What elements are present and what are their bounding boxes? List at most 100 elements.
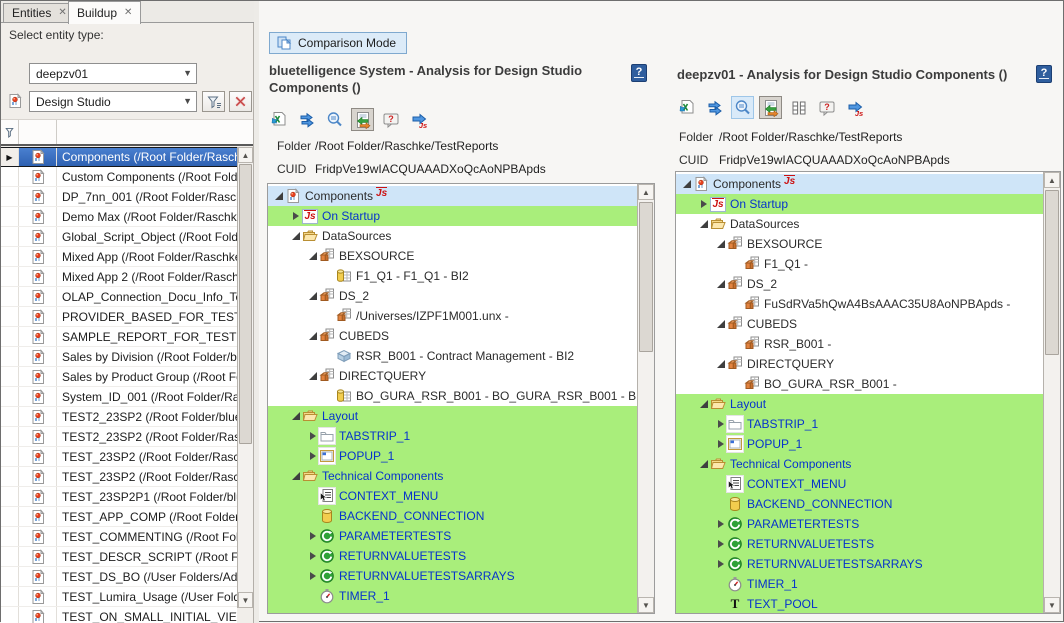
tree-row[interactable]: JsOn Startup: [676, 194, 1043, 214]
compare-doc-button[interactable]: [351, 108, 374, 131]
tree-row[interactable]: BO_GURA_RSR_B001 -: [676, 374, 1043, 394]
expanded-twisty-icon[interactable]: [308, 331, 319, 342]
tree-row[interactable]: CONTEXT_MENU: [268, 486, 637, 506]
help-book-icon[interactable]: [631, 64, 647, 82]
entity-row[interactable]: TEST_Lumira_Usage (/User Folders/A: [1, 587, 237, 607]
tree-row[interactable]: TABSTRIP_1: [676, 414, 1043, 434]
grid-columns-button[interactable]: [787, 96, 810, 119]
tree-row[interactable]: ComponentsJs: [268, 186, 637, 206]
expanded-twisty-icon[interactable]: [274, 191, 285, 202]
help-bubble-button[interactable]: [379, 108, 402, 131]
tree-row[interactable]: BEXSOURCE: [268, 246, 637, 266]
entity-row[interactable]: SAMPLE_REPORT_FOR_TESTING_M (: [1, 327, 237, 347]
entity-row[interactable]: TEST_DS_BO (/User Folders/Administ: [1, 567, 237, 587]
tree-row[interactable]: F1_Q1 - F1_Q1 - BI2: [268, 266, 637, 286]
collapsed-twisty-icon[interactable]: [308, 571, 319, 582]
entity-row[interactable]: TEST_COMMENTING (/Root Folder/bl: [1, 527, 237, 547]
collapsed-twisty-icon[interactable]: [308, 451, 319, 462]
tree-row[interactable]: TTEXT_POOL: [676, 594, 1043, 613]
entity-row[interactable]: TEST2_23SP2 (/Root Folder/bluetellig: [1, 407, 237, 427]
tree-row[interactable]: RSR_B001 - Contract Management - BI2: [268, 346, 637, 366]
expanded-twisty-icon[interactable]: [308, 291, 319, 302]
zoom-out-button[interactable]: [731, 96, 754, 119]
scroll-down-icon[interactable]: [638, 597, 654, 613]
tree-row[interactable]: Technical Components: [676, 454, 1043, 474]
collapsed-twisty-icon[interactable]: [699, 199, 710, 210]
tree-row[interactable]: DS_2: [676, 274, 1043, 294]
collapsed-twisty-icon[interactable]: [308, 551, 319, 562]
tree-row[interactable]: F1_Q1 -: [676, 254, 1043, 274]
tree-row[interactable]: DIRECTQUERY: [676, 354, 1043, 374]
help-book-icon[interactable]: [1036, 65, 1052, 83]
tree-row[interactable]: BEXSOURCE: [676, 234, 1043, 254]
collapsed-twisty-icon[interactable]: [308, 531, 319, 542]
tree-row[interactable]: BO_GURA_RSR_B001 - BO_GURA_RSR_B001 - BI…: [268, 386, 637, 406]
collapsed-twisty-icon[interactable]: [716, 539, 727, 550]
entity-row[interactable]: TEST_23SP2 (/Root Folder/Raschke/D: [1, 447, 237, 467]
list-filter-row[interactable]: [1, 120, 253, 146]
entity-row[interactable]: PROVIDER_BASED_FOR_TESTING (/F: [1, 307, 237, 327]
entity-row[interactable]: Global_Script_Object (/Root Folder/R: [1, 227, 237, 247]
entity-row[interactable]: Custom Components (/Root Folder/Ra: [1, 167, 237, 187]
zoom-out-button[interactable]: [323, 108, 346, 131]
tree-row[interactable]: CONTEXT_MENU: [676, 474, 1043, 494]
expanded-twisty-icon[interactable]: [291, 231, 302, 242]
tree-row[interactable]: TIMER_1: [676, 574, 1043, 594]
scrollbar-thumb[interactable]: [1045, 190, 1059, 355]
collapsed-twisty-icon[interactable]: [308, 431, 319, 442]
entity-row[interactable]: TEST_23SP2P1 (/Root Folder/bluetelli: [1, 487, 237, 507]
scroll-up-icon[interactable]: [1044, 172, 1060, 188]
system-combo[interactable]: deepzv01: [29, 63, 197, 84]
expanded-twisty-icon[interactable]: [716, 239, 727, 250]
splitter[interactable]: [254, 1, 259, 623]
entity-row[interactable]: TEST_23SP2 (/Root Folder/Raschke/L: [1, 467, 237, 487]
transfer-arrows-button[interactable]: [295, 108, 318, 131]
tree-row[interactable]: ComponentsJs: [676, 174, 1043, 194]
entity-row[interactable]: Mixed App (/Root Folder/Raschke/De: [1, 247, 237, 267]
entity-row[interactable]: Sales by Division (/Root Folder/bluete: [1, 347, 237, 367]
scroll-down-icon[interactable]: [1044, 597, 1060, 613]
expanded-twisty-icon[interactable]: [291, 471, 302, 482]
expanded-twisty-icon[interactable]: [716, 359, 727, 370]
close-icon[interactable]: [58, 8, 66, 18]
tree-row[interactable]: PARAMETERTESTS: [268, 526, 637, 546]
collapsed-twisty-icon[interactable]: [716, 559, 727, 570]
js-export-button[interactable]: [843, 96, 866, 119]
scroll-up-icon[interactable]: [638, 184, 654, 200]
entity-row[interactable]: Components (/Root Folder/Raschke/T: [1, 147, 237, 167]
tree-row[interactable]: TABSTRIP_1: [268, 426, 637, 446]
compare-doc-button[interactable]: [759, 96, 782, 119]
entity-row[interactable]: System_ID_001 (/Root Folder/Raschk: [1, 387, 237, 407]
clear-filter-button[interactable]: [229, 91, 252, 112]
transfer-arrows-button[interactable]: [703, 96, 726, 119]
expanded-twisty-icon[interactable]: [699, 459, 710, 470]
tree-row[interactable]: Layout: [268, 406, 637, 426]
tree-row[interactable]: CUBEDS: [676, 314, 1043, 334]
entity-row[interactable]: Mixed App 2 (/Root Folder/Raschke/D: [1, 267, 237, 287]
entity-type-combo[interactable]: Design Studio: [29, 91, 197, 112]
right-tree-scrollbar[interactable]: [1043, 172, 1060, 613]
tab-entities[interactable]: Entities: [3, 3, 76, 23]
scroll-up-icon[interactable]: [238, 147, 253, 163]
tree-row[interactable]: RETURNVALUETESTSARRAYS: [268, 566, 637, 586]
tree-row[interactable]: Technical Components: [268, 466, 637, 486]
expanded-twisty-icon[interactable]: [308, 371, 319, 382]
entity-row[interactable]: TEST_ON_SMALL_INITIAL_VIEW (/Rc: [1, 607, 237, 623]
tree-row[interactable]: POPUP_1: [268, 446, 637, 466]
tree-row[interactable]: /Universes/IZPF1M001.unx -: [268, 306, 637, 326]
tree-row[interactable]: CUBEDS: [268, 326, 637, 346]
collapsed-twisty-icon[interactable]: [716, 439, 727, 450]
tree-row[interactable]: RETURNVALUETESTSARRAYS: [676, 554, 1043, 574]
tab-buildup[interactable]: Buildup: [68, 1, 141, 24]
filter-button[interactable]: [202, 91, 225, 112]
entity-row[interactable]: DP_7nn_001 (/Root Folder/Raschke/T: [1, 187, 237, 207]
entity-row[interactable]: OLAP_Connection_Docu_Info_Test (/: [1, 287, 237, 307]
tree-row[interactable]: PARAMETERTESTS: [676, 514, 1043, 534]
left-tree-scrollbar[interactable]: [637, 184, 654, 613]
entity-row[interactable]: Demo Max (/Root Folder/Raschke): [1, 207, 237, 227]
scrollbar-thumb[interactable]: [639, 202, 653, 352]
tree-row[interactable]: DataSources: [268, 226, 637, 246]
help-bubble-button[interactable]: [815, 96, 838, 119]
tree-row[interactable]: JsOn Startup: [268, 206, 637, 226]
scroll-down-icon[interactable]: [238, 592, 253, 608]
